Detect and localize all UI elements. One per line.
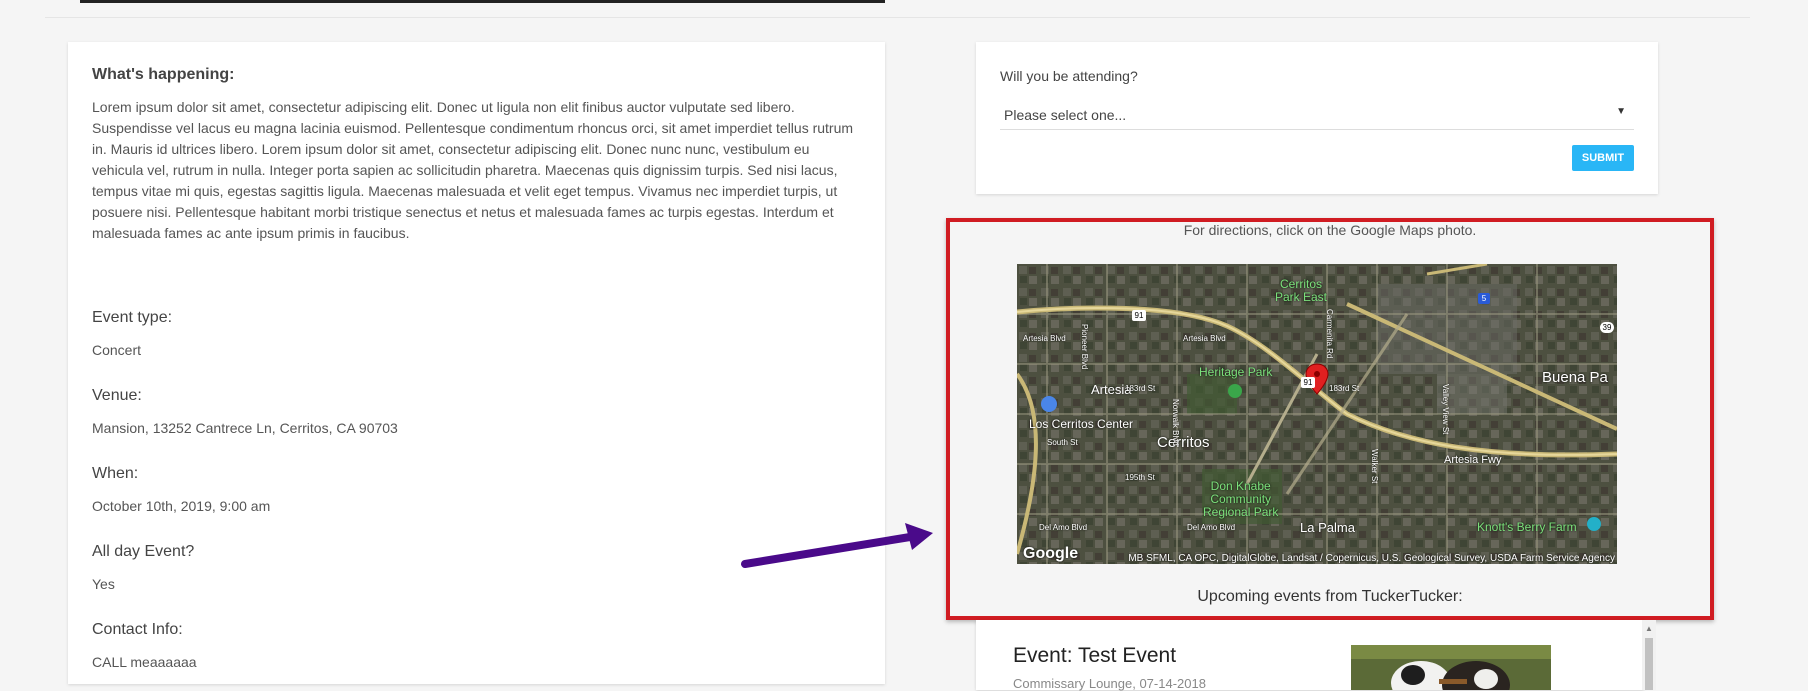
map-street-del-amo-center: Del Amo Blvd [1187, 523, 1236, 532]
map-street-183rd-west: 183rd St [1125, 384, 1156, 393]
map-street-valley-view: Valley View St [1441, 384, 1450, 435]
highway-shield-91-west: 91 [1132, 310, 1146, 321]
map-label-artesia-fwy: Artesia Fwy [1444, 454, 1502, 466]
attending-question: Will you be attending? [1000, 68, 1138, 84]
google-logo: Google [1023, 545, 1079, 562]
map-street-195th: 195th St [1125, 473, 1155, 482]
map-label-la-palma: La Palma [1300, 520, 1355, 535]
when-value: October 10th, 2019, 9:00 am [92, 498, 271, 514]
venue-value: Mansion, 13252 Cantrece Ln, Cerritos, CA… [92, 420, 398, 436]
highway-shield-91-east: 91 [1301, 377, 1315, 388]
scrollbar-thumb[interactable] [1645, 638, 1653, 690]
scroll-up-arrow-icon[interactable]: ▲ [1642, 624, 1656, 633]
attending-select-value: Please select one... [1004, 107, 1127, 123]
events-scrollbar[interactable]: ▲ [1642, 620, 1656, 690]
when-label: When: [92, 465, 139, 482]
submit-button[interactable]: SUBMIT [1572, 145, 1634, 171]
annotation-arrow-icon [741, 523, 933, 568]
map-street-pioneer: Pioneer Blvd [1080, 324, 1089, 370]
upcoming-event-card[interactable]: Event: Test Event Commissary Lounge, 07-… [976, 620, 1644, 691]
attending-select[interactable]: Please select one... ▼ [1000, 98, 1634, 130]
event-thumbnail[interactable] [1351, 645, 1551, 690]
event-card-title[interactable]: Event: Test Event [1013, 644, 1176, 668]
directions-text: For directions, click on the Google Maps… [1183, 222, 1477, 238]
contact-value: CALL meaaaaaa [92, 654, 197, 670]
event-details-content: What's happening: Lorem ipsum dolor sit … [92, 66, 862, 670]
event-type-label: Event type: [92, 309, 173, 326]
event-type-value: Concert [92, 342, 142, 358]
event-type-section: Event type: Concert [92, 309, 172, 361]
all-day-section: All day Event? Yes [92, 543, 194, 595]
contact-section: Contact Info: CALL meaaaaaa [92, 621, 197, 673]
map-street-del-amo-west: Del Amo Blvd [1039, 523, 1088, 532]
dogs-photo-image [1351, 645, 1551, 690]
google-map-photo[interactable]: Cerritos Park East Heritage Park Artesia… [1017, 264, 1617, 564]
upcoming-events-title: Upcoming events from TuckerTucker: [1197, 588, 1463, 605]
map-street-norwalk: Norwalk Blvd [1171, 399, 1180, 446]
contact-label: Contact Info: [92, 621, 183, 638]
map-label-buena-park: Buena Pa [1542, 369, 1608, 386]
map-street-south-st: South St [1047, 438, 1078, 447]
event-card-subtitle: Commissary Lounge, 07-14-2018 [1013, 676, 1206, 691]
map-street-artesia-blvd-center: Artesia Blvd [1183, 334, 1226, 343]
map-street-walker: Walker St [1370, 449, 1379, 484]
map-highlight-box: For directions, click on the Google Maps… [946, 218, 1714, 620]
whats-happening-label: What's happening: [92, 66, 235, 83]
satellite-map-image [1017, 264, 1617, 564]
event-details-card: What's happening: Lorem ipsum dolor sit … [68, 42, 885, 684]
map-label-los-cerritos-center: Los Cerritos Center [1029, 417, 1134, 431]
map-label-knotts-berry-farm: Knott's Berry Farm [1477, 520, 1577, 534]
event-description: Lorem ipsum dolor sit amet, consectetur … [92, 99, 854, 241]
all-day-label: All day Event? [92, 543, 195, 560]
highway-shield-39: 39 [1600, 322, 1614, 333]
map-label-cerritos: Cerritos [1157, 434, 1210, 451]
header-image-strip [80, 0, 885, 3]
map-street-artesia-blvd-west: Artesia Blvd [1023, 334, 1066, 343]
map-label-heritage-park: Heritage Park [1199, 365, 1273, 379]
map-label-cerritos-park-east: Cerritos Park East [1275, 278, 1327, 304]
map-street-carmenita: Carmenita Rd [1325, 309, 1334, 359]
when-section: When: October 10th, 2019, 9:00 am [92, 465, 270, 517]
dropdown-caret-icon: ▼ [1616, 106, 1626, 117]
map-attribution: MB SFML, CA OPC, DigitalGlobe, Landsat /… [1128, 553, 1615, 564]
map-label-don-knabe-park: Don Knabe Community Regional Park [1203, 480, 1278, 519]
venue-label: Venue: [92, 387, 142, 404]
map-street-183rd-east: 183rd St [1329, 384, 1360, 393]
rsvp-card: Will you be attending? Please select one… [976, 42, 1658, 194]
venue-section: Venue: Mansion, 13252 Cantrece Ln, Cerri… [92, 387, 398, 439]
highway-shield-5: 5 [1478, 293, 1490, 304]
map-label-line: Park East [1275, 290, 1328, 304]
all-day-value: Yes [92, 576, 115, 592]
header-divider [45, 17, 1750, 18]
map-label-line: Regional Park [1203, 505, 1279, 519]
